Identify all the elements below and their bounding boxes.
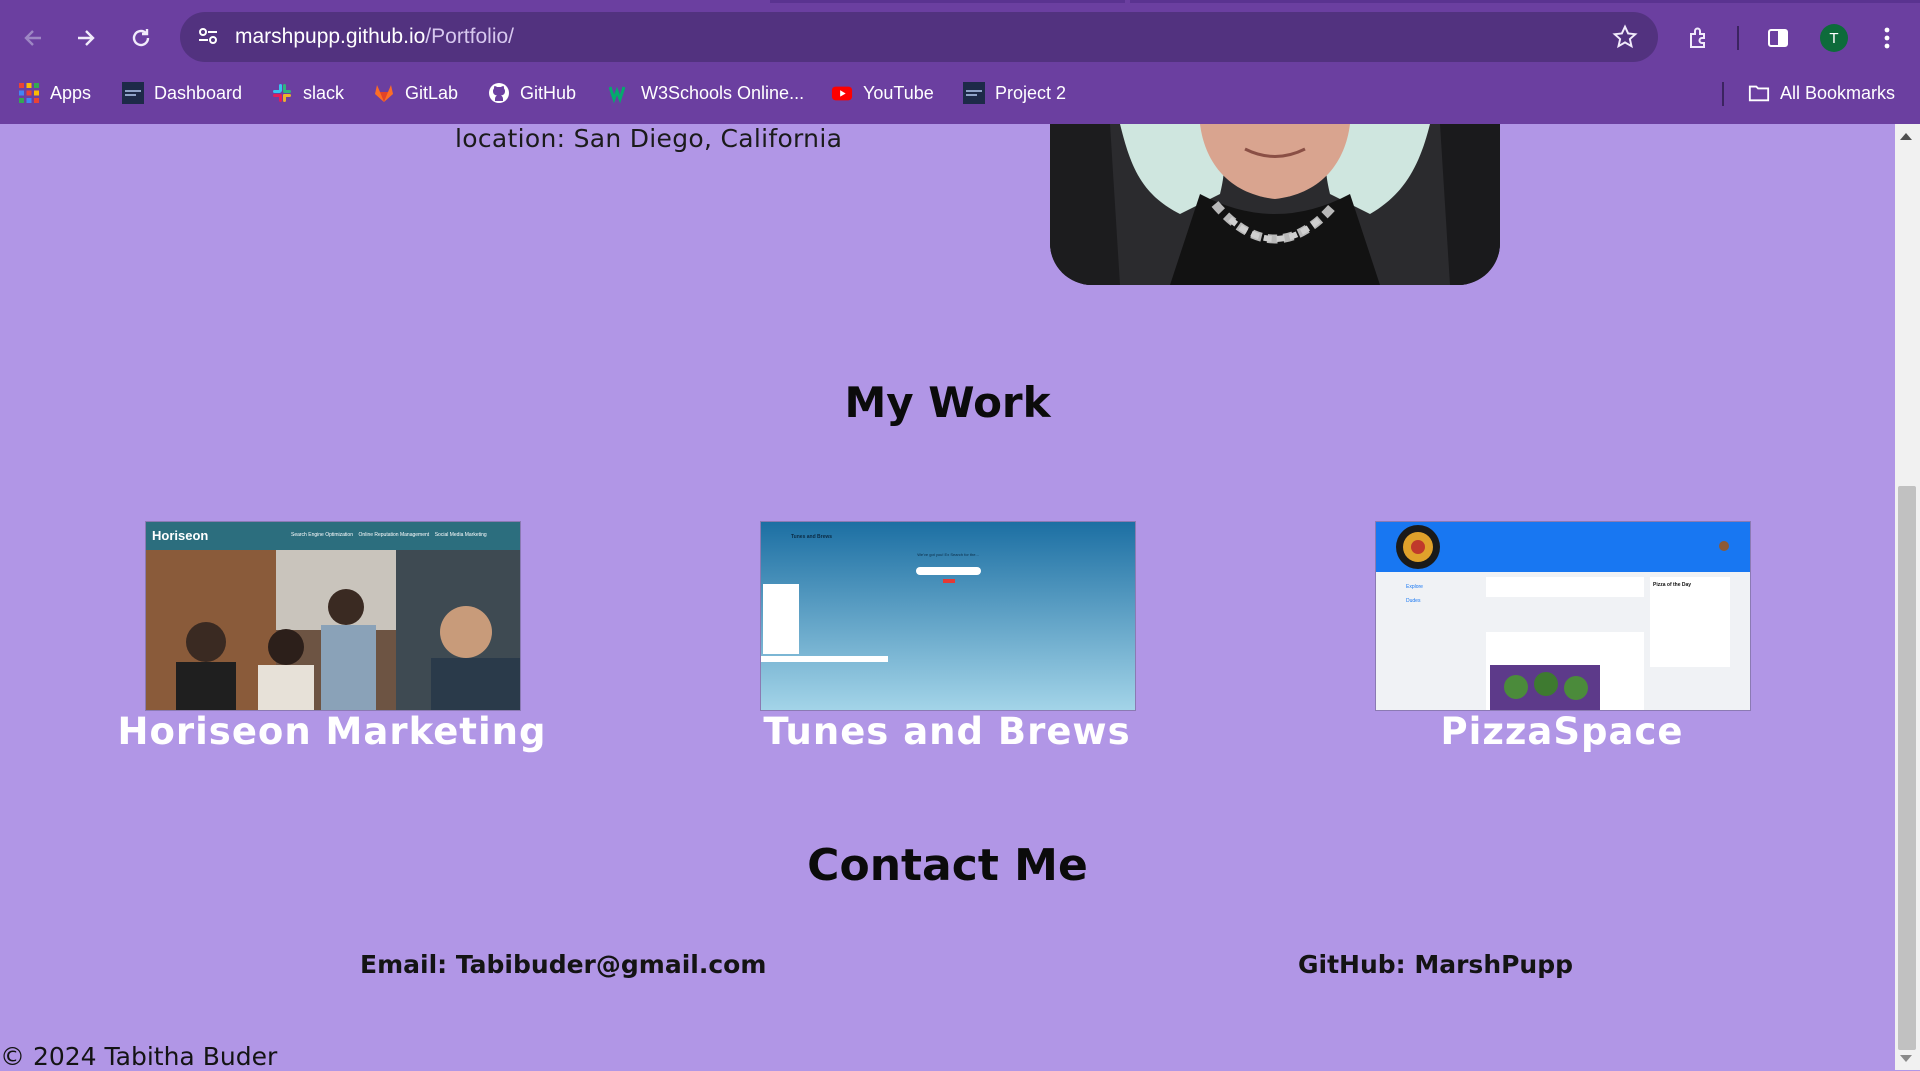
bookmark-gitlab[interactable]: GitLab <box>373 76 458 110</box>
bookmark-label: GitLab <box>405 82 459 103</box>
github-icon <box>488 82 510 104</box>
bookmark-label: W3Schools Online... <box>641 82 805 103</box>
thumb-nav-item: Online Reputation Management <box>358 532 430 538</box>
all-bookmarks-button[interactable]: All Bookmarks <box>1748 76 1895 110</box>
bookmark-label: slack <box>303 82 345 103</box>
thumb-nav-item: Social Media Marketing <box>434 532 487 538</box>
toolbar-divider <box>1737 26 1739 50</box>
bookmark-label: YouTube <box>863 82 934 103</box>
my-work-heading: My Work <box>844 378 1051 427</box>
dashboard-icon <box>122 82 144 104</box>
bookmark-label: Dashboard <box>154 82 243 103</box>
contact-email[interactable]: Email: Tabibuder@gmail.com <box>360 950 766 979</box>
bookmark-label: Apps <box>50 82 92 103</box>
project-title-tunes-and-brews[interactable]: Tunes and Brews <box>687 710 1207 753</box>
apps-grid-icon <box>18 82 40 104</box>
project-icon <box>963 82 985 104</box>
project-thumbnail-pizzaspace[interactable]: Explore Dudes Pizza of the Day <box>1375 521 1751 711</box>
scroll-down-arrow-icon[interactable] <box>1900 1055 1912 1062</box>
project-title-horiseon[interactable]: Horiseon Marketing <box>72 710 592 753</box>
thumb-text: We've got you! Ex Search for the... <box>917 552 979 557</box>
contact-heading: Contact Me <box>807 840 1088 891</box>
bookmark-github[interactable]: GitHub <box>488 76 576 110</box>
bookmark-youtube[interactable]: YouTube <box>831 76 934 110</box>
thumb-nav-item: Search Engine Optimization <box>291 532 353 538</box>
url-text: marshpupp.github.io/Portfolio/ <box>235 12 514 62</box>
youtube-icon <box>831 82 853 104</box>
contact-github[interactable]: GitHub: MarshPupp <box>1298 950 1573 979</box>
bookmark-star-icon[interactable] <box>1612 24 1638 54</box>
menu-kebab-icon[interactable] <box>1867 18 1907 58</box>
tab-edge <box>770 0 1125 3</box>
bookmark-apps[interactable]: Apps <box>18 76 91 110</box>
tab-edge <box>1130 0 1920 3</box>
url-path: /Portfolio/ <box>425 25 515 48</box>
bookmarks-bar: Apps Dashboard slack GitLab GitHub W3Sch… <box>0 76 1920 116</box>
browser-toolbar: marshpupp.github.io/Portfolio/ T Apps Da… <box>0 0 1920 124</box>
bookmark-w3schools[interactable]: W3Schools Online... <box>609 76 804 110</box>
back-icon[interactable] <box>13 18 53 58</box>
side-panel-icon[interactable] <box>1758 18 1798 58</box>
profile-avatar[interactable]: T <box>1820 24 1848 52</box>
thumb-side-item: Dudes <box>1406 598 1421 604</box>
bookmark-label: Project 2 <box>995 82 1067 103</box>
extensions-icon[interactable] <box>1679 18 1719 58</box>
thumb-nav: Search Engine Optimization Online Reputa… <box>291 532 487 538</box>
project-thumbnail-tunes-and-brews[interactable]: Tunes and Brews We've got you! Ex Search… <box>760 521 1136 711</box>
profile-photo <box>1050 124 1500 285</box>
all-bookmarks-label: All Bookmarks <box>1780 82 1896 103</box>
thumb-title: Tunes and Brews <box>791 534 833 540</box>
thumb-brand: Horiseon <box>152 528 209 543</box>
thumb-sidebar: Explore Dudes <box>1406 580 1423 608</box>
project-title-pizzaspace[interactable]: PizzaSpace <box>1302 710 1822 753</box>
bookmark-dashboard[interactable]: Dashboard <box>122 76 242 110</box>
scroll-up-arrow-icon[interactable] <box>1900 133 1912 140</box>
site-settings-icon[interactable] <box>196 24 220 52</box>
bookmark-label: GitHub <box>520 82 577 103</box>
location-text: location: San Diego, California <box>455 124 843 153</box>
slack-icon <box>271 82 293 104</box>
thumb-panel-title: Pizza of the Day <box>1653 582 1692 588</box>
w3schools-icon <box>609 82 631 104</box>
gitlab-icon <box>373 82 395 104</box>
project-thumbnail-horiseon[interactable]: Horiseon Search Engine Optimization Onli… <box>145 521 521 711</box>
folder-icon <box>1748 82 1770 104</box>
thumb-side-item: Explore <box>1406 584 1423 590</box>
bookmark-slack[interactable]: slack <box>271 76 344 110</box>
bookmarks-divider <box>1722 82 1724 106</box>
forward-icon[interactable] <box>66 18 106 58</box>
url-host: marshpupp.github.io <box>235 25 426 48</box>
address-bar[interactable]: marshpupp.github.io/Portfolio/ <box>180 12 1658 62</box>
reload-icon[interactable] <box>121 18 161 58</box>
footer-copyright: © 2024 Tabitha Buder <box>0 1042 278 1071</box>
bookmark-project-2[interactable]: Project 2 <box>963 76 1066 110</box>
scrollbar-thumb[interactable] <box>1898 486 1916 1050</box>
